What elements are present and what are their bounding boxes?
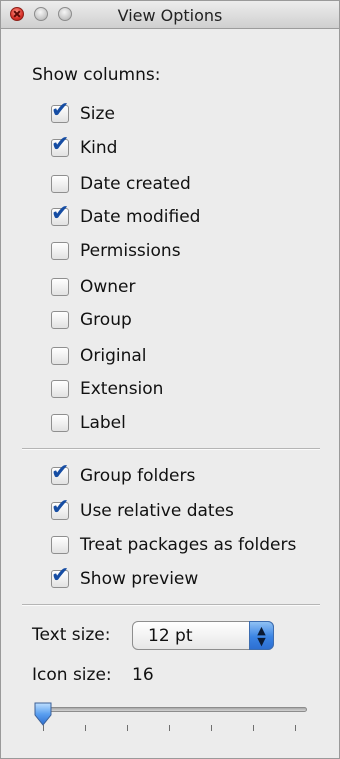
- checkmark-icon: ✔: [51, 98, 70, 123]
- checkbox-label: Show preview: [80, 569, 199, 589]
- icon-size-slider-track[interactable]: [37, 707, 307, 712]
- slider-tick: [211, 725, 212, 731]
- slider-tick: [253, 725, 254, 731]
- title-bar: View Options: [1, 1, 339, 29]
- checkbox-label: Original: [80, 346, 147, 366]
- slider-tick: [127, 725, 128, 731]
- checkbox-label: Date modified: [80, 207, 201, 227]
- checkbox-date-created[interactable]: Date created: [51, 173, 191, 195]
- icon-size-slider-knob[interactable]: [33, 701, 53, 727]
- text-size-label: Text size:: [32, 625, 111, 645]
- popup-arrows-icon[interactable]: ▲ ▼: [249, 621, 274, 650]
- checkmark-icon: ✔: [51, 563, 70, 588]
- checkbox-label: Group: [80, 310, 132, 330]
- checkbox-size[interactable]: ✔ Size: [51, 100, 115, 125]
- checkbox-label: Label: [80, 413, 126, 433]
- slider-tick: [169, 725, 170, 731]
- checkbox-show-preview[interactable]: ✔ Show preview: [51, 565, 199, 590]
- checkbox-label: Date created: [80, 174, 191, 194]
- checkbox-box[interactable]: [51, 278, 69, 296]
- checkmark-icon: ✔: [51, 460, 70, 485]
- divider: [22, 448, 320, 450]
- checkmark-icon: ✔: [51, 201, 70, 226]
- checkbox-box[interactable]: [51, 175, 69, 193]
- checkbox-box[interactable]: ✔: [51, 203, 69, 226]
- checkbox-group-folders[interactable]: ✔ Group folders: [51, 462, 196, 487]
- checkbox-treat-packages[interactable]: Treat packages as folders: [51, 534, 296, 556]
- checkbox-owner[interactable]: Owner: [51, 276, 136, 298]
- checkbox-label: Group folders: [80, 466, 196, 486]
- checkbox-label: Owner: [80, 277, 136, 297]
- checkbox-label: Extension: [80, 379, 164, 399]
- checkbox-box[interactable]: ✔: [51, 134, 69, 157]
- icon-size-label: Icon size:: [32, 665, 112, 685]
- checkbox-kind[interactable]: ✔ Kind: [51, 134, 118, 159]
- checkbox-permissions[interactable]: Permissions: [51, 240, 181, 262]
- checkbox-box[interactable]: [51, 347, 69, 365]
- view-options-window: View Options Show columns: ✔ Size ✔ Kind…: [0, 0, 340, 759]
- checkmark-icon: ✔: [51, 495, 70, 520]
- slider-tick: [85, 725, 86, 731]
- checkbox-use-relative-dates[interactable]: ✔ Use relative dates: [51, 497, 234, 522]
- checkbox-label: Permissions: [80, 241, 181, 261]
- checkbox-box[interactable]: [51, 311, 69, 329]
- checkbox-box[interactable]: ✔: [51, 100, 69, 123]
- checkbox-box[interactable]: ✔: [51, 462, 69, 485]
- text-size-value: 12 pt: [148, 626, 193, 646]
- checkbox-label: Size: [80, 104, 115, 124]
- checkbox-box[interactable]: ✔: [51, 565, 69, 588]
- icon-size-value: 16: [132, 665, 154, 685]
- slider-tick: [295, 725, 296, 731]
- checkbox-label: Treat packages as folders: [80, 535, 297, 555]
- checkbox-label-column[interactable]: Label: [51, 412, 126, 434]
- text-size-popup[interactable]: 12 pt ▲ ▼: [132, 621, 274, 650]
- checkbox-extension[interactable]: Extension: [51, 378, 163, 400]
- checkbox-date-modified[interactable]: ✔ Date modified: [51, 203, 201, 228]
- checkbox-label: Use relative dates: [80, 501, 234, 521]
- window-title: View Options: [117, 6, 223, 25]
- checkbox-box[interactable]: ✔: [51, 497, 69, 520]
- checkbox-label: Kind: [80, 138, 118, 158]
- checkbox-box[interactable]: [51, 242, 69, 260]
- checkbox-group[interactable]: Group: [51, 309, 132, 331]
- checkbox-box[interactable]: [51, 414, 69, 432]
- divider: [22, 604, 320, 606]
- checkmark-icon: ✔: [51, 132, 70, 157]
- checkbox-box[interactable]: [51, 380, 69, 398]
- show-columns-heading: Show columns:: [32, 65, 161, 85]
- checkbox-original[interactable]: Original: [51, 345, 147, 367]
- checkbox-box[interactable]: [51, 536, 69, 554]
